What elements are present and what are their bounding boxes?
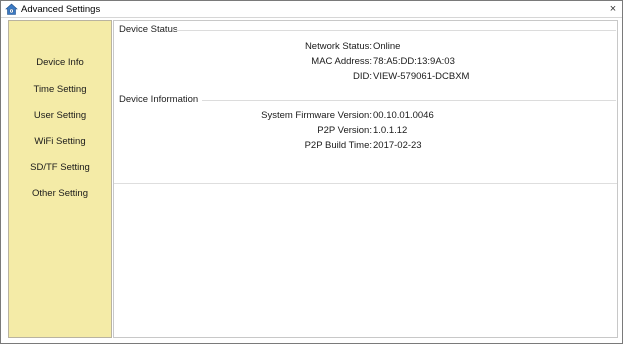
sidebar-item-device-info[interactable]: Device Info <box>9 57 111 68</box>
house-gear-icon <box>5 3 18 15</box>
sidebar-item-user-setting[interactable]: User Setting <box>9 110 111 121</box>
device-info-panel: Device Status Network Status: Online MAC… <box>113 20 618 338</box>
mac-address-label: MAC Address: <box>311 56 372 67</box>
mac-address-value: 78:A5:DD:13:9A:03 <box>373 56 455 67</box>
sidebar-item-other-setting[interactable]: Other Setting <box>9 188 111 199</box>
device-information-group: Device Information System Firmware Versi… <box>114 91 617 184</box>
p2p-build-time-value: 2017-02-23 <box>373 140 422 151</box>
status-row: Network Status: Online <box>114 41 617 53</box>
sidebar-item-time-setting[interactable]: Time Setting <box>9 84 111 95</box>
settings-sidebar: Device Info Time Setting User Setting Wi… <box>8 20 112 338</box>
group-divider <box>202 100 616 101</box>
did-value: VIEW-579061-DCBXM <box>373 71 470 82</box>
group-divider <box>176 30 616 31</box>
status-row: DID: VIEW-579061-DCBXM <box>114 71 617 83</box>
p2p-version-value: 1.0.1.12 <box>373 125 408 136</box>
did-label: DID: <box>353 71 372 82</box>
p2p-version-label: P2P Version: <box>317 125 372 136</box>
close-icon: × <box>609 3 617 15</box>
network-status-label: Network Status: <box>304 41 372 52</box>
sidebar-item-wifi-setting[interactable]: WiFi Setting <box>9 136 111 147</box>
device-status-title: Device Status <box>119 24 178 35</box>
advanced-settings-window: Advanced Settings × Device Info Time Set… <box>0 0 623 344</box>
device-information-title: Device Information <box>119 94 199 105</box>
network-status-value: Online <box>373 41 401 52</box>
device-status-group: Device Status Network Status: Online MAC… <box>114 21 617 93</box>
window-title: Advanced Settings <box>21 4 101 15</box>
info-row: System Firmware Version: 00.10.01.0046 <box>114 110 617 122</box>
info-row: P2P Version: 1.0.1.12 <box>114 125 617 137</box>
sidebar-item-sd-tf-setting[interactable]: SD/TF Setting <box>9 162 111 173</box>
title-bar: Advanced Settings × <box>1 1 622 18</box>
close-button[interactable]: × <box>606 2 620 16</box>
status-row: MAC Address: 78:A5:DD:13:9A:03 <box>114 56 617 68</box>
firmware-version-label: System Firmware Version: <box>261 110 372 121</box>
info-row: P2P Build Time: 2017-02-23 <box>114 140 617 152</box>
firmware-version-value: 00.10.01.0046 <box>373 110 434 121</box>
p2p-build-time-label: P2P Build Time: <box>304 140 372 151</box>
